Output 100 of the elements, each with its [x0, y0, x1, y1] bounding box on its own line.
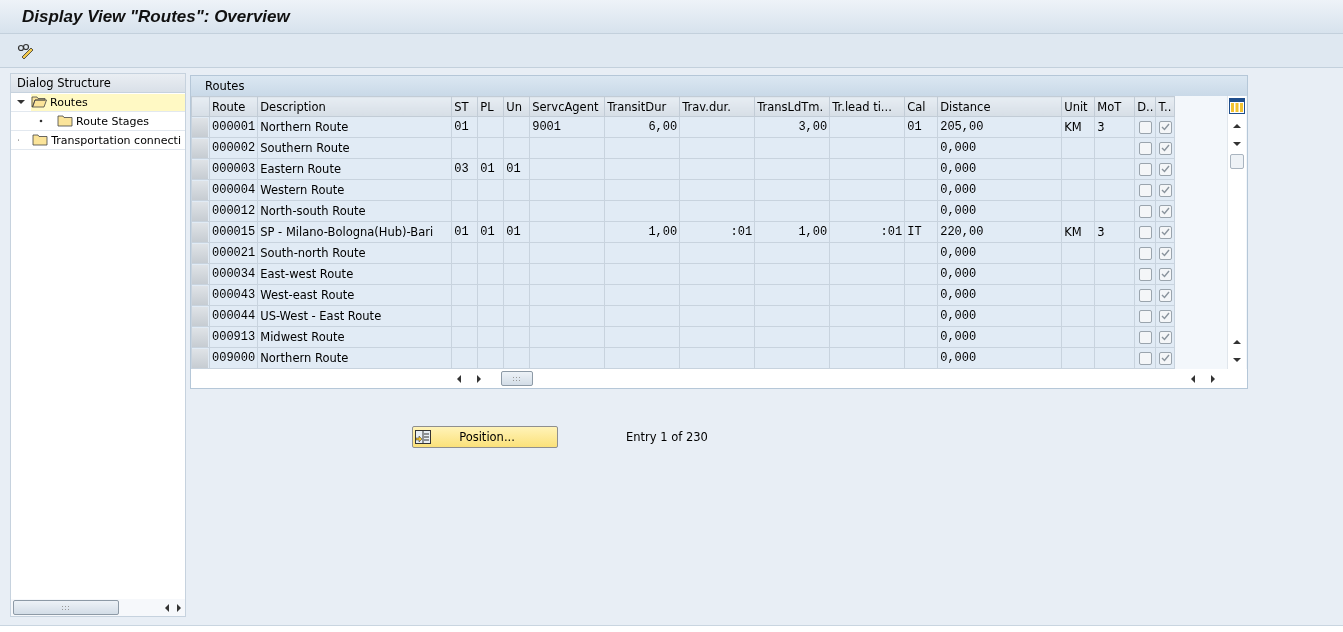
row-selector[interactable]	[192, 201, 208, 221]
checkbox[interactable]	[1158, 351, 1172, 365]
tree-item[interactable]: Routes	[31, 93, 185, 111]
folder-icon	[57, 115, 73, 127]
table-cell: KM	[1064, 225, 1082, 239]
table-cell: East-west Route	[260, 267, 354, 281]
column-header[interactable]: Unit	[1061, 96, 1095, 117]
scroll-down-icon[interactable]	[1233, 356, 1241, 364]
checkbox[interactable]	[1158, 267, 1172, 281]
table-cell: KM	[1064, 120, 1082, 134]
table-cell: 000034	[212, 267, 256, 281]
table-cell: West-east Route	[260, 288, 355, 302]
table-cell: 0,000	[940, 267, 977, 281]
open-folder-icon	[31, 96, 47, 108]
position-button[interactable]: Position...	[412, 426, 558, 448]
checkbox[interactable]	[1158, 309, 1172, 323]
scroll-up-icon[interactable]	[1233, 122, 1241, 130]
table-cell: :01	[880, 225, 903, 239]
table-cell: IT	[907, 225, 922, 239]
row-selector[interactable]	[192, 180, 208, 200]
column-header[interactable]: Route	[209, 96, 258, 117]
checkbox[interactable]	[1138, 183, 1152, 197]
table-cell: 205,00	[940, 120, 984, 134]
row-selector[interactable]	[192, 285, 208, 305]
checkbox[interactable]	[1138, 141, 1152, 155]
row-selector[interactable]	[192, 243, 208, 263]
scrollbar-thumb[interactable]	[13, 600, 119, 615]
table-cell: 01	[907, 120, 922, 134]
scroll-right-icon[interactable]	[1209, 374, 1217, 383]
scroll-up-icon[interactable]	[1233, 338, 1241, 346]
column-header[interactable]: TransLdTm.	[754, 96, 830, 117]
display-change-icon[interactable]	[17, 42, 35, 59]
row-selector[interactable]	[192, 327, 208, 347]
column-header[interactable]: MoT	[1094, 96, 1135, 117]
column-header[interactable]: D..	[1134, 96, 1156, 117]
checkbox[interactable]	[1158, 183, 1172, 197]
row-selector[interactable]	[192, 117, 208, 137]
scroll-left-icon[interactable]	[455, 374, 463, 383]
checkbox[interactable]	[1138, 288, 1152, 302]
table-cell: 0,000	[940, 351, 977, 365]
column-header[interactable]: ST	[451, 96, 478, 117]
checkbox[interactable]	[1158, 141, 1172, 155]
column-header[interactable]: TransitDur	[604, 96, 680, 117]
checkbox[interactable]	[1138, 267, 1152, 281]
row-selector[interactable]	[192, 159, 208, 179]
checkbox[interactable]	[1158, 204, 1172, 218]
table-cell: 000001	[212, 120, 256, 134]
scroll-down-icon[interactable]	[1233, 140, 1241, 148]
scroll-right-icon[interactable]	[475, 374, 483, 383]
checkbox[interactable]	[1138, 246, 1152, 260]
panel-title: Dialog Structure	[11, 74, 185, 93]
table-cell: 000003	[212, 162, 256, 176]
checkbox[interactable]	[1158, 246, 1172, 260]
checkbox[interactable]	[1138, 225, 1152, 239]
table-cell: South-north Route	[260, 246, 366, 260]
checkbox[interactable]	[1138, 204, 1152, 218]
collapse-arrow-icon[interactable]	[17, 98, 25, 106]
table-cell: 000002	[212, 141, 256, 155]
tree-item[interactable]: Route Stages	[57, 112, 153, 130]
checkbox[interactable]	[1138, 120, 1152, 134]
checkbox[interactable]	[1138, 162, 1152, 176]
scrollbar-thumb[interactable]	[501, 371, 533, 386]
table-cell: 0,000	[940, 141, 977, 155]
table-cell: 0,000	[940, 183, 977, 197]
position-icon	[415, 430, 431, 444]
column-header[interactable]: Un	[503, 96, 530, 117]
table-cell: 01	[480, 162, 495, 176]
checkbox[interactable]	[1138, 330, 1152, 344]
select-all-button[interactable]	[191, 96, 210, 117]
scrollbar-thumb[interactable]	[1230, 154, 1244, 169]
table-cell: Midwest Route	[260, 330, 345, 344]
window-title: Display View "Routes": Overview	[22, 6, 290, 27]
row-selector[interactable]	[192, 138, 208, 158]
row-selector[interactable]	[192, 306, 208, 326]
row-selector[interactable]	[192, 348, 208, 368]
checkbox[interactable]	[1158, 120, 1172, 134]
checkbox[interactable]	[1138, 351, 1152, 365]
checkbox[interactable]	[1158, 288, 1172, 302]
tree-item[interactable]: Transportation connecti	[32, 131, 185, 149]
checkbox[interactable]	[1138, 309, 1152, 323]
column-header[interactable]: Description	[257, 96, 452, 117]
column-settings-icon[interactable]	[1229, 98, 1245, 114]
scroll-left-icon[interactable]	[163, 603, 171, 612]
table-cell: 000021	[212, 246, 256, 260]
column-header[interactable]: Cal	[904, 96, 938, 117]
column-header[interactable]: Trav.dur.	[679, 96, 755, 117]
table-cell: 3	[1097, 120, 1105, 134]
column-header[interactable]: ServcAgent	[529, 96, 605, 117]
table-cell: 0,000	[940, 309, 977, 323]
column-header[interactable]: Tr.lead ti...	[829, 96, 905, 117]
scroll-left-icon[interactable]	[1189, 374, 1197, 383]
checkbox[interactable]	[1158, 225, 1172, 239]
row-selector[interactable]	[192, 222, 208, 242]
checkbox[interactable]	[1158, 162, 1172, 176]
table-cell: 000004	[212, 183, 256, 197]
checkbox[interactable]	[1158, 330, 1172, 344]
column-header[interactable]: PL	[477, 96, 504, 117]
row-selector[interactable]	[192, 264, 208, 284]
column-header[interactable]: Distance	[937, 96, 1062, 117]
scroll-right-icon[interactable]	[175, 603, 183, 612]
